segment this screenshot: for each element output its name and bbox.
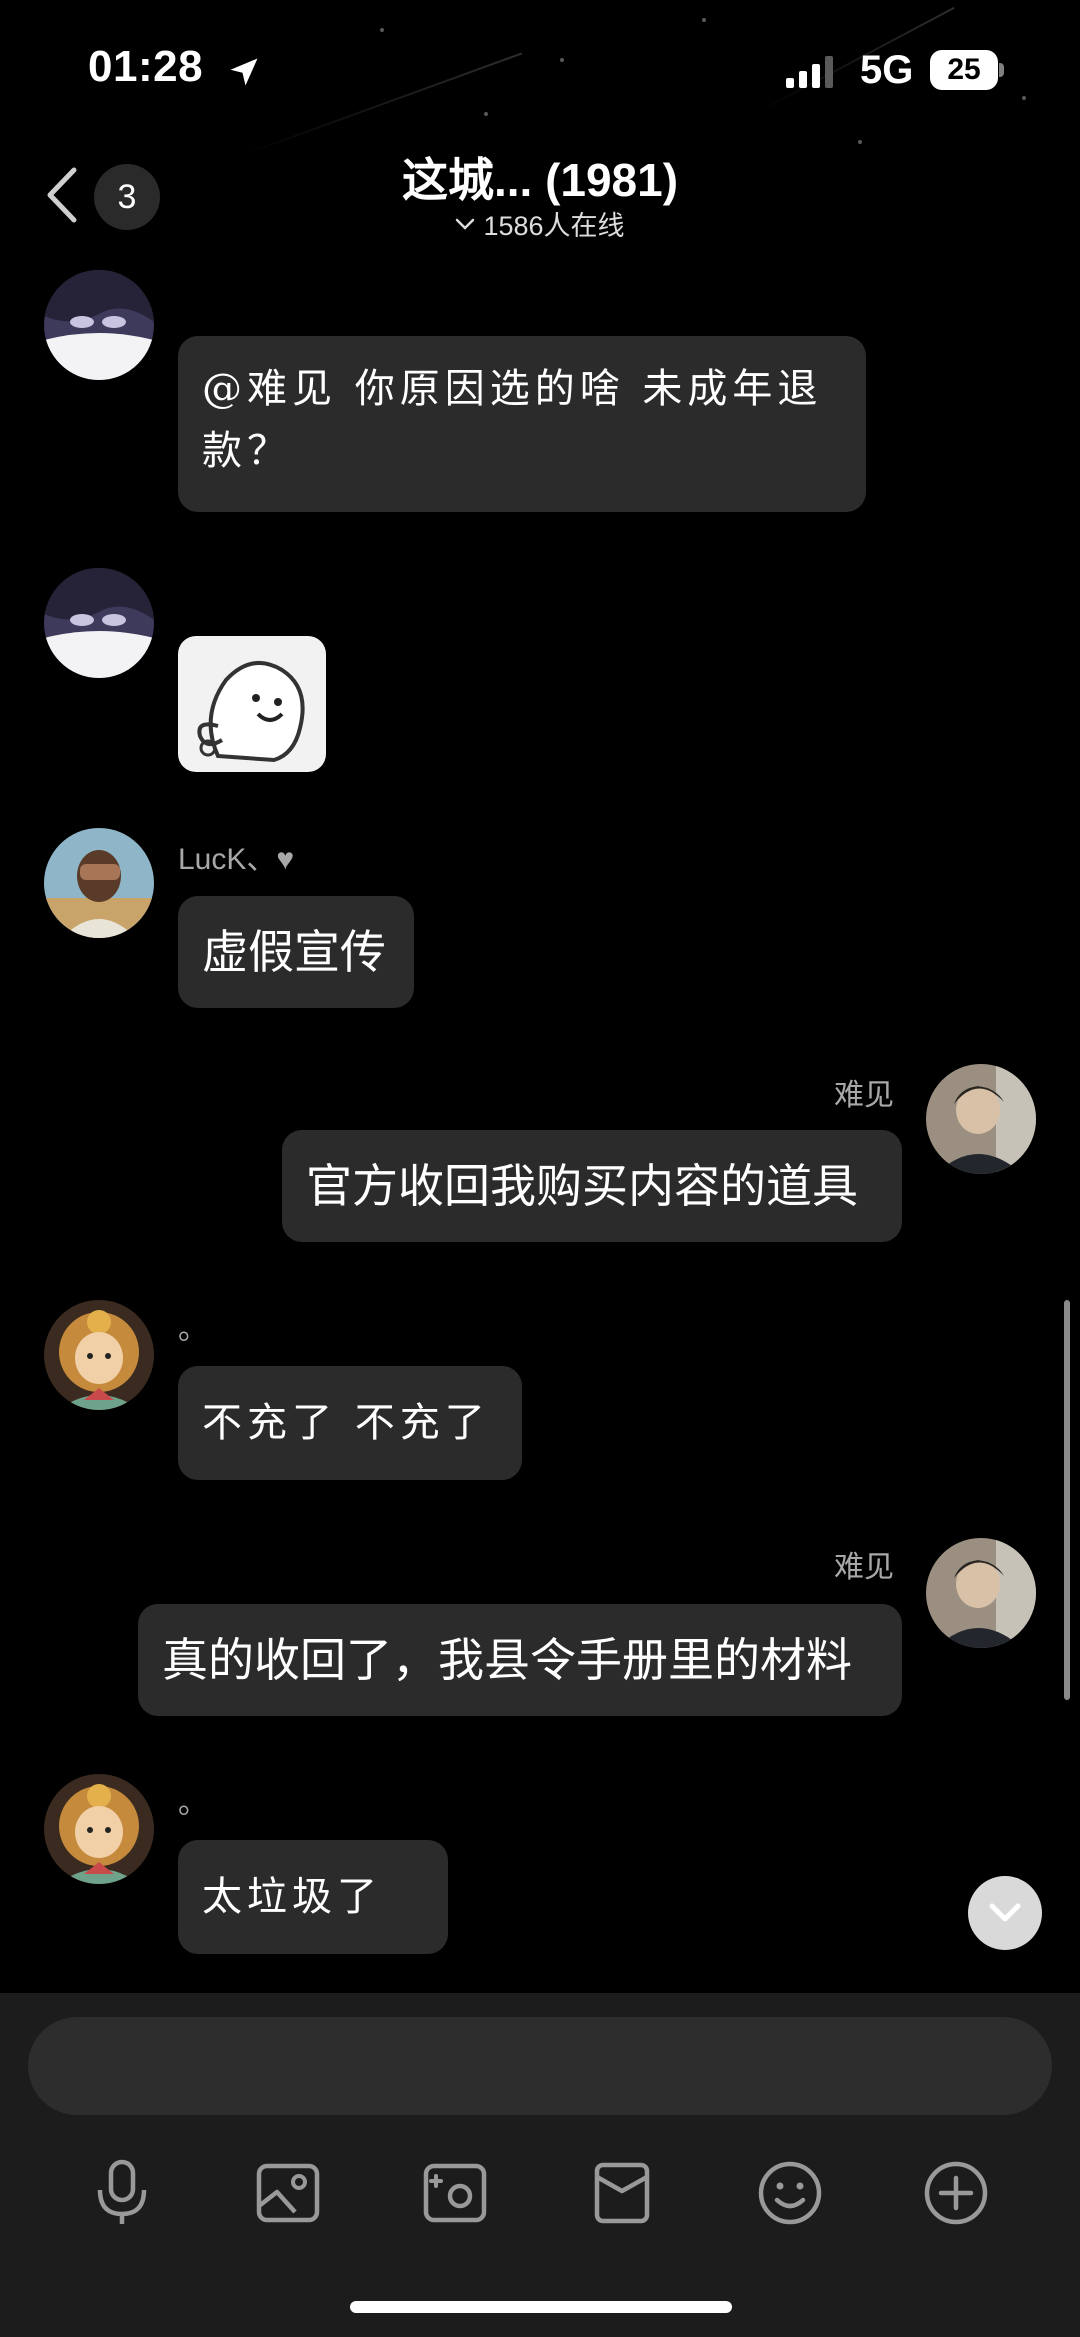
sender-name: 难见 [834, 1551, 894, 1584]
message-bubble[interactable]: 真的收回了，我县令手册里的材料 [138, 1604, 902, 1716]
message-bubble[interactable]: 官方收回我购买内容的道具 [282, 1130, 902, 1242]
anime-avatar-image [44, 568, 154, 678]
avatar[interactable] [44, 1774, 154, 1884]
chevron-down-icon [989, 1903, 1021, 1922]
message-text: 款？ [202, 428, 292, 474]
photo-avatar-image [926, 1538, 1036, 1648]
microphone-icon [97, 2159, 147, 2224]
avatar[interactable] [44, 1300, 154, 1410]
online-count-label: 1586人在线 [483, 211, 625, 241]
online-count-toggle[interactable]: 1586人在线 [0, 204, 1080, 243]
status-time: 01:28 [88, 42, 204, 91]
status-bar: 01:28 5G 25 [0, 0, 1080, 140]
battery-level: 25 [930, 50, 998, 90]
message-text: 太垃圾了 [202, 1874, 382, 1920]
chevron-down-icon [456, 218, 475, 230]
avatar[interactable] [926, 1064, 1036, 1174]
location-arrow-icon [230, 58, 258, 86]
red-packet-icon [594, 2162, 650, 2224]
battery-tip [999, 63, 1004, 77]
message-bubble[interactable]: 不充了 不充了 [178, 1366, 522, 1480]
message-text: 不充了 不充了 [202, 1400, 490, 1446]
plus-icon [924, 2161, 988, 2225]
ghost-doodle-sticker [197, 661, 305, 763]
sender-name: 。 [178, 1787, 208, 1820]
message-text: 官方收回我购买内容的道具 [306, 1160, 858, 1212]
cartoon-avatar-image [44, 1774, 154, 1884]
camera-button[interactable] [405, 2143, 505, 2243]
emoji-button[interactable] [740, 2143, 840, 2243]
network-type: 5G [860, 48, 914, 92]
red-packet-button[interactable] [572, 2143, 672, 2243]
more-button[interactable] [906, 2143, 1006, 2243]
emoji-icon [758, 2161, 822, 2225]
camera-icon [423, 2163, 487, 2223]
message-input[interactable] [28, 2017, 1052, 2115]
voice-button[interactable] [72, 2143, 172, 2243]
sender-name: 。 [178, 1313, 208, 1346]
photo-avatar-image [44, 828, 154, 938]
scrollbar[interactable] [1064, 1300, 1070, 1700]
avatar[interactable] [44, 270, 154, 380]
message-bubble[interactable]: 太垃圾了 [178, 1840, 448, 1954]
image-button[interactable] [238, 2143, 338, 2243]
message-bubble[interactable]: 虚假宣传 [178, 896, 414, 1008]
avatar[interactable] [926, 1538, 1036, 1648]
sender-name: LucK、♥ [178, 843, 295, 876]
anime-avatar-image [44, 270, 154, 380]
sticker-message[interactable] [178, 636, 326, 772]
message-text: 虚假宣传 [202, 926, 386, 978]
battery-indicator: 25 [930, 50, 1004, 90]
message-text: 真的收回了，我县令手册里的材料 [162, 1634, 852, 1686]
message-text: @难见 你原因选的啥 未成年退 [202, 366, 823, 412]
image-icon [256, 2163, 320, 2223]
home-indicator[interactable] [350, 2301, 732, 2313]
composer-toolbar [0, 2143, 1080, 2253]
avatar[interactable] [44, 568, 154, 678]
signal-bars-icon [786, 56, 833, 88]
cartoon-avatar-image [44, 1300, 154, 1410]
composer-panel [0, 1993, 1080, 2337]
message-bubble[interactable]: @难见 你原因选的啥 未成年退 款？ [178, 336, 866, 512]
avatar[interactable] [44, 828, 154, 938]
chat-title[interactable]: 这城... (1981) [0, 144, 1080, 210]
photo-avatar-image [926, 1064, 1036, 1174]
jump-to-bottom-button[interactable] [968, 1876, 1042, 1950]
sender-name: 难见 [834, 1079, 894, 1112]
chat-header: 3 这城... (1981) 1586人在线 [0, 140, 1080, 250]
